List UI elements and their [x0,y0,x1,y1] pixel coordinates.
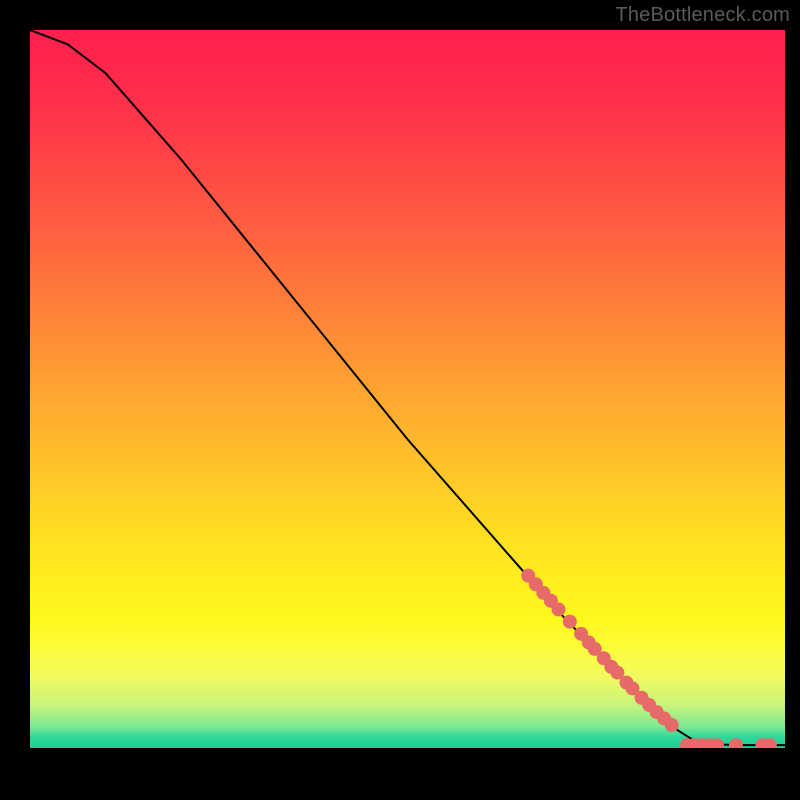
chart-curve [30,30,785,745]
chart-marker [665,718,679,732]
chart-container: TheBottleneck.com [0,0,800,800]
chart-marker [729,738,743,748]
chart-overlay [30,30,785,748]
chart-marker [563,615,577,629]
chart-marker [552,602,566,616]
watermark-label: TheBottleneck.com [615,4,790,27]
chart-markers [521,569,777,748]
